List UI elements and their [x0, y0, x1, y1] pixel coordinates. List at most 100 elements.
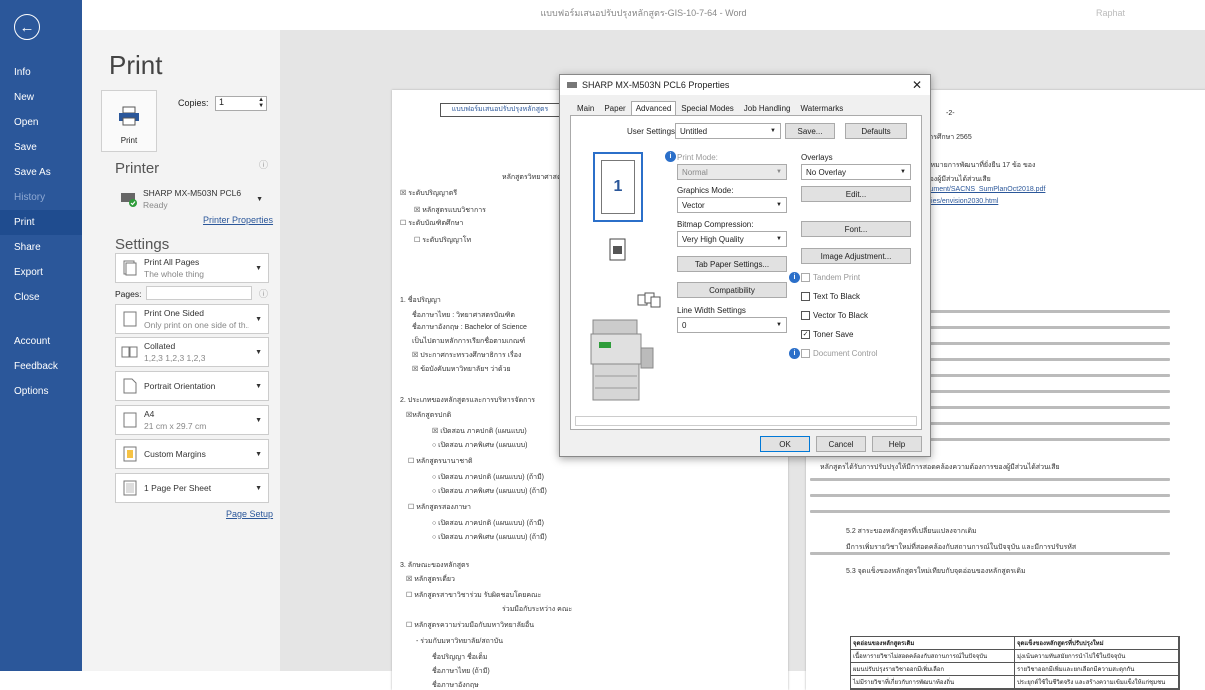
text-line — [810, 510, 1170, 513]
doc-line: ชื่อภาษาอังกฤษ : Bachelor of Science — [412, 324, 527, 331]
nav-feedback[interactable]: Feedback — [0, 354, 82, 379]
tab-paper[interactable]: Paper — [599, 101, 630, 116]
defaults-button[interactable]: Defaults — [845, 123, 907, 139]
doc-line: ☒ ข้อบังคับมหาวิทยาลัยฯ ว่าด้วย — [412, 366, 511, 373]
pages-label: Pages: — [115, 289, 142, 299]
doc-line: ☒หลักสูตรปกติ — [406, 412, 452, 419]
pages-input[interactable] — [146, 286, 252, 300]
doc-line: ☐ หลักสูตรนานาชาติ — [408, 458, 473, 465]
nav-export[interactable]: Export — [0, 260, 82, 285]
print-range-select[interactable]: Print All Pages The whole thing ▼ — [115, 253, 269, 283]
font-button[interactable]: Font... — [801, 221, 911, 237]
pages-per-sheet-select[interactable]: 1 Page Per Sheet ▼ — [115, 473, 269, 503]
paper-size-select[interactable]: A4 21 cm x 29.7 cm ▼ — [115, 405, 269, 435]
tab-special-modes[interactable]: Special Modes — [676, 101, 738, 116]
back-arrow-icon[interactable]: ← — [14, 14, 40, 40]
table-cell: เนื้อหารายวิชาไม่สอดคล้องกับสถานการณ์ในป… — [851, 650, 1015, 663]
nav-share[interactable]: Share — [0, 235, 82, 260]
nav-save-as[interactable]: Save As — [0, 160, 82, 185]
text-line — [810, 552, 1170, 555]
nav-account[interactable]: Account — [0, 329, 82, 354]
info-icon[interactable]: i — [665, 151, 676, 162]
doc-line: ☐ หลักสูตรความร่วมมือกับมหาวิทยาลัยอื่น — [406, 622, 535, 629]
doc-line: ○ เปิดสอน ภาคพิเศษ (แผนแบบ) (ถ้ามี) — [432, 534, 547, 541]
chevron-down-icon: ▼ — [900, 169, 906, 175]
toner-save-checkbox[interactable]: ✓ Toner Save — [801, 330, 853, 339]
cancel-button[interactable]: Cancel — [816, 436, 866, 452]
info-icon[interactable]: ⓘ — [259, 158, 268, 171]
print-button[interactable]: Print — [101, 90, 157, 152]
table-row: จุดอ่อนของหลักสูตรเดิม จุดแข็งของหลักสูตร… — [851, 637, 1179, 650]
print-mode-select: Normal ▼ — [677, 164, 787, 180]
doc-line: ○ เปิดสอน ภาคพิเศษ (แผนแบบ) (ถ้ามี) — [432, 488, 547, 495]
graphics-mode-select[interactable]: Vector ▼ — [677, 197, 787, 213]
margins-select[interactable]: Custom Margins ▼ — [115, 439, 269, 469]
ok-button[interactable]: OK — [760, 436, 810, 452]
printer-select[interactable]: SHARP MX-M503N PCL6 Ready ▼ — [115, 182, 269, 216]
tandem-print-checkbox: Tandem Print — [801, 273, 860, 282]
nav-info[interactable]: Info — [0, 60, 82, 85]
doc-line: ร่วมมือกับระหว่าง คณะ — [502, 606, 573, 613]
help-button[interactable]: Help — [872, 436, 922, 452]
printer-icon — [119, 106, 139, 126]
tab-advanced[interactable]: Advanced — [630, 101, 677, 116]
nav-close[interactable]: Close — [0, 285, 82, 310]
user-name[interactable]: Raphat — [1096, 0, 1125, 26]
doc-line: ☒ ประกาศกระทรวงศึกษาธิการ เรื่อง — [412, 352, 522, 359]
nav-options[interactable]: Options — [0, 379, 82, 404]
spinner-icon[interactable]: ▲ ▼ — [258, 97, 264, 109]
nav-print[interactable]: Print — [0, 210, 82, 235]
nav-open[interactable]: Open — [0, 110, 82, 135]
user-settings-select[interactable]: Untitled ▼ — [675, 123, 781, 139]
overlays-select[interactable]: No Overlay ▼ — [801, 164, 911, 180]
close-icon[interactable]: ✕ — [912, 78, 922, 92]
nav-new[interactable]: New — [0, 85, 82, 110]
printer-properties-dialog: SHARP MX-M503N PCL6 Properties ✕ Main Pa… — [559, 74, 931, 457]
tab-main[interactable]: Main — [572, 101, 599, 116]
chevron-down-icon: ▼ — [776, 202, 782, 208]
info-icon[interactable]: ⓘ — [259, 287, 268, 300]
table-cell: มุ่งเน้นความทันสมัยการนำไปใช้ในปัจจุบัน — [1015, 650, 1179, 663]
table-cell: จุดอ่อนของหลักสูตรเดิม — [851, 637, 1015, 650]
printer-icon — [567, 82, 577, 88]
collation-select[interactable]: Collated 1,2,3 1,2,3 1,2,3 ▼ — [115, 337, 269, 367]
chevron-down-icon: ▼ — [776, 236, 782, 242]
doc-line: ☐ หลักสูตรสาขาวิชาร่วม รับผิดชอบโดยคณะ — [406, 592, 542, 599]
text-to-black-checkbox[interactable]: Text To Black — [801, 292, 860, 301]
printer-properties-link[interactable]: Printer Properties — [203, 215, 273, 225]
table-row: ไม่มีรายวิชาที่เกี่ยวกับการพัฒนาท้องถิ่น… — [851, 676, 1179, 689]
doc-line: 5.3 จุดแข็งของหลักสูตรใหม่เทียบกับจุดอ่อ… — [846, 568, 1026, 575]
nav-save[interactable]: Save — [0, 135, 82, 160]
edit-button[interactable]: Edit... — [801, 186, 911, 202]
table-cell: ผมนปรับปรุงรายวิชาออกมีเพิ่มเลือก — [851, 663, 1015, 676]
paper-icon — [116, 412, 144, 428]
tab-paper-settings-button[interactable]: Tab Paper Settings... — [677, 256, 787, 272]
line-width-select[interactable]: 0 ▼ — [677, 317, 787, 333]
text-line — [810, 494, 1170, 497]
dialog-title-bar: SHARP MX-M503N PCL6 Properties ✕ — [560, 75, 930, 95]
sides-select[interactable]: Print One Sided Only print on one side of… — [115, 304, 269, 334]
tab-job-handling[interactable]: Job Handling — [739, 101, 796, 116]
overlays-label: Overlays — [801, 153, 833, 162]
image-adjustment-button[interactable]: Image Adjustment... — [801, 248, 911, 264]
chevron-down-icon: ▼ — [776, 322, 782, 328]
bitmap-compression-select[interactable]: Very High Quality ▼ — [677, 231, 787, 247]
print-mode-label: Print Mode: — [677, 153, 718, 162]
pages-icon — [116, 260, 144, 276]
info-icon[interactable]: i — [789, 272, 800, 283]
page-mark: -2- — [946, 110, 955, 117]
margins-icon — [116, 446, 144, 462]
save-button[interactable]: Save... — [785, 123, 835, 139]
orientation-select[interactable]: Portrait Orientation ▼ — [115, 371, 269, 401]
printer-device-image — [590, 319, 654, 401]
doc-line: 3. ลักษณะของหลักสูตร — [400, 562, 470, 569]
page-setup-link[interactable]: Page Setup — [226, 509, 273, 519]
tab-watermarks[interactable]: Watermarks — [795, 101, 848, 116]
info-icon[interactable]: i — [789, 348, 800, 359]
page-per-sheet-icon — [116, 480, 144, 496]
copies-label: Copies: — [178, 97, 209, 108]
copies-input[interactable]: 1 ▲ ▼ — [215, 96, 268, 111]
compatibility-button[interactable]: Compatibility — [677, 282, 787, 298]
vector-to-black-checkbox[interactable]: Vector To Black — [801, 311, 868, 320]
dialog-title: SHARP MX-M503N PCL6 Properties — [582, 80, 730, 90]
